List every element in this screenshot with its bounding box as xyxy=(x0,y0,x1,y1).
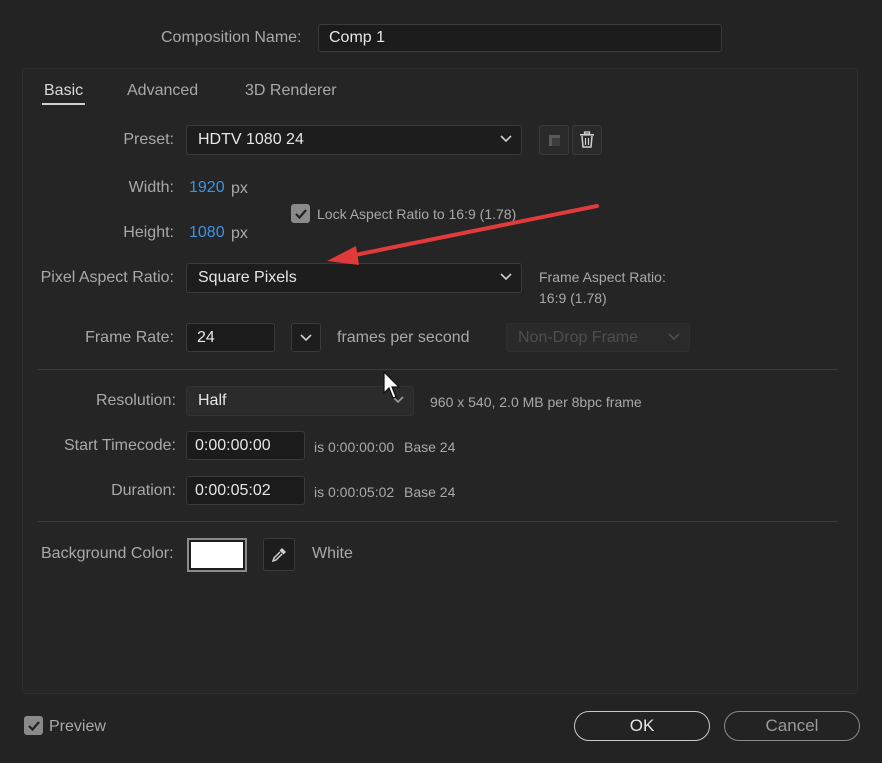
annotation-arrow xyxy=(327,204,599,265)
mouse-cursor-icon xyxy=(383,371,401,399)
